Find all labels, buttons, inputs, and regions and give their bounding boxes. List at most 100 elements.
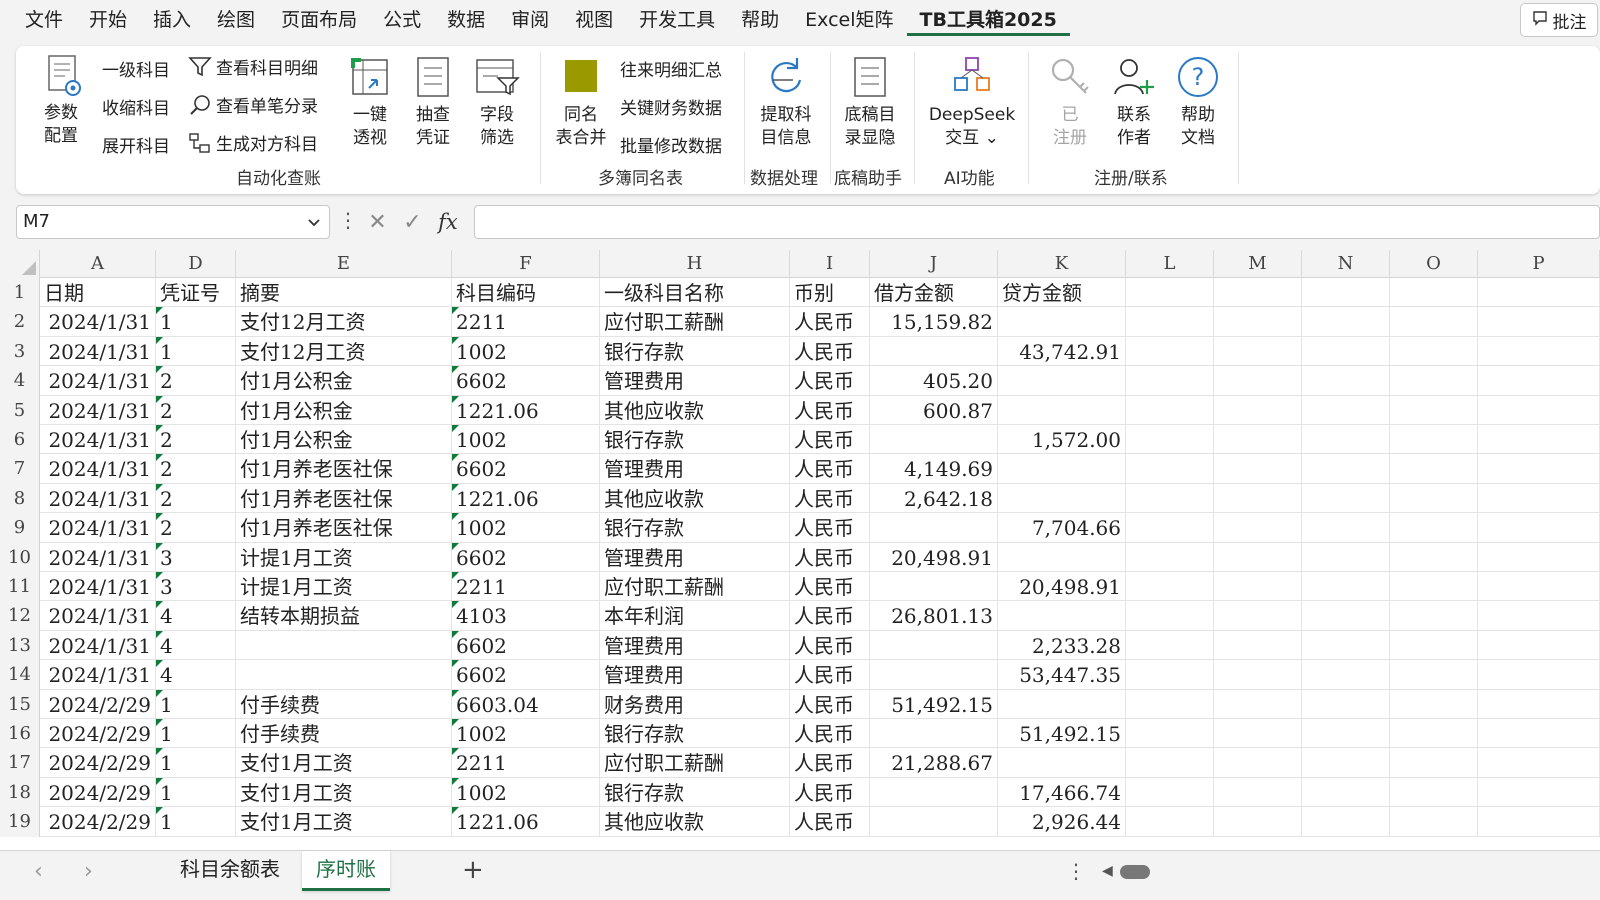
row-header[interactable]: 9 [0,513,40,543]
empty-cell[interactable] [1214,278,1302,308]
column-header[interactable]: L [1126,250,1214,278]
row-header[interactable]: 11 [0,572,40,602]
formula-input[interactable] [474,205,1600,239]
empty-cell[interactable] [1214,660,1302,690]
date-cell[interactable]: 2024/2/29 [40,748,156,778]
column-header[interactable]: K [998,250,1126,278]
account-name-cell[interactable]: 应付职工薪酬 [600,748,790,778]
view-single-button[interactable]: 查看单笔分录 [188,92,318,117]
column-header[interactable]: I [790,250,870,278]
empty-cell[interactable] [1214,542,1302,572]
chevron-left-icon[interactable]: ‹ [34,859,43,884]
empty-cell[interactable] [1302,454,1390,484]
row-header[interactable]: 6 [0,425,40,455]
account-name-cell[interactable]: 管理费用 [600,542,790,572]
account-code-cell[interactable]: 1221.06 [452,807,600,837]
currency-cell[interactable]: 人民币 [790,366,870,396]
row-header[interactable]: 14 [0,660,40,690]
voucher-cell[interactable]: 2 [156,513,236,543]
account-code-cell[interactable]: 4103 [452,601,600,631]
date-cell[interactable]: 2024/2/29 [40,719,156,749]
insert-function-icon[interactable]: fx [438,210,458,234]
header-cell[interactable]: 日期 [40,278,156,308]
horizontal-scrollbar[interactable] [1120,865,1150,879]
menu-tab[interactable]: 视图 [562,6,626,36]
memo-cell[interactable]: 支付1月工资 [236,777,452,808]
empty-cell[interactable] [1126,366,1214,396]
empty-cell[interactable] [1390,572,1478,602]
more-options-icon[interactable]: ⋮ [338,208,358,232]
voucher-cell[interactable]: 2 [156,454,236,484]
menu-tab[interactable]: 公式 [370,6,434,36]
header-cell[interactable]: 科目编码 [452,278,600,308]
empty-cell[interactable] [1214,395,1302,425]
voucher-cell[interactable]: 2 [156,483,236,514]
credit-cell[interactable]: 7,704.66 [998,513,1126,543]
chevron-right-icon[interactable]: › [84,859,93,884]
debit-cell[interactable]: 51,492.15 [870,689,998,719]
row-header[interactable]: 7 [0,454,40,484]
currency-cell[interactable]: 人民币 [790,307,870,337]
empty-cell[interactable] [1390,807,1478,837]
debit-cell[interactable]: 26,801.13 [870,601,998,631]
empty-cell[interactable] [1214,601,1302,631]
account-name-cell[interactable]: 银行存款 [600,425,790,455]
empty-cell[interactable] [1390,307,1478,337]
empty-cell[interactable] [1478,719,1600,749]
key-fin-button[interactable]: 关键财务数据 [620,94,722,119]
credit-cell[interactable]: 53,447.35 [998,660,1126,690]
empty-cell[interactable] [1478,483,1600,514]
column-header[interactable]: J [870,250,998,278]
empty-cell[interactable] [1126,601,1214,631]
confirm-icon[interactable]: ✓ [403,210,421,235]
empty-cell[interactable] [1214,807,1302,837]
collapse-button[interactable]: 收缩科目 [102,94,170,119]
account-name-cell[interactable]: 应付职工薪酬 [600,572,790,602]
menu-tab[interactable]: 开发工具 [626,6,728,36]
memo-cell[interactable]: 支付1月工资 [236,748,452,778]
date-cell[interactable]: 2024/2/29 [40,689,156,719]
empty-cell[interactable] [1390,660,1478,690]
memo-cell[interactable]: 付手续费 [236,689,452,719]
empty-cell[interactable] [1302,777,1390,808]
empty-cell[interactable] [1214,572,1302,602]
empty-cell[interactable] [1214,425,1302,455]
empty-cell[interactable] [1302,366,1390,396]
account-name-cell[interactable]: 银行存款 [600,513,790,543]
menu-tab[interactable]: 数据 [434,6,498,36]
debit-cell[interactable]: 4,149.69 [870,454,998,484]
registered-button[interactable]: 已 注册 [1046,54,1094,150]
voucher-cell[interactable]: 1 [156,719,236,749]
row-header[interactable]: 16 [0,719,40,749]
date-cell[interactable]: 2024/1/31 [40,572,156,602]
row-header[interactable]: 17 [0,748,40,778]
row-header[interactable]: 2 [0,307,40,337]
credit-cell[interactable] [998,689,1126,719]
memo-cell[interactable]: 付1月养老医社保 [236,483,452,514]
currency-cell[interactable]: 人民币 [790,777,870,808]
row-header[interactable]: 12 [0,601,40,631]
debit-cell[interactable] [870,630,998,661]
column-header[interactable]: P [1478,250,1600,278]
memo-cell[interactable]: 结转本期损益 [236,601,452,631]
credit-cell[interactable] [998,454,1126,484]
empty-cell[interactable] [1390,630,1478,661]
extract-info-button[interactable]: 提取科 目信息 [754,54,818,150]
voucher-cell[interactable]: 1 [156,807,236,837]
empty-cell[interactable] [1126,719,1214,749]
empty-cell[interactable] [1126,483,1214,514]
sheet-tab[interactable]: 序时账 [302,851,390,891]
credit-cell[interactable]: 17,466.74 [998,777,1126,808]
account-name-cell[interactable]: 管理费用 [600,630,790,661]
empty-cell[interactable] [1478,660,1600,690]
empty-cell[interactable] [1126,513,1214,543]
column-header[interactable]: N [1302,250,1390,278]
debit-cell[interactable] [870,513,998,543]
credit-cell[interactable] [998,483,1126,514]
account-name-cell[interactable]: 银行存款 [600,336,790,367]
memo-cell[interactable]: 付1月公积金 [236,366,452,396]
empty-cell[interactable] [1214,748,1302,778]
column-header[interactable]: O [1390,250,1478,278]
empty-cell[interactable] [1478,395,1600,425]
voucher-cell[interactable]: 3 [156,572,236,602]
